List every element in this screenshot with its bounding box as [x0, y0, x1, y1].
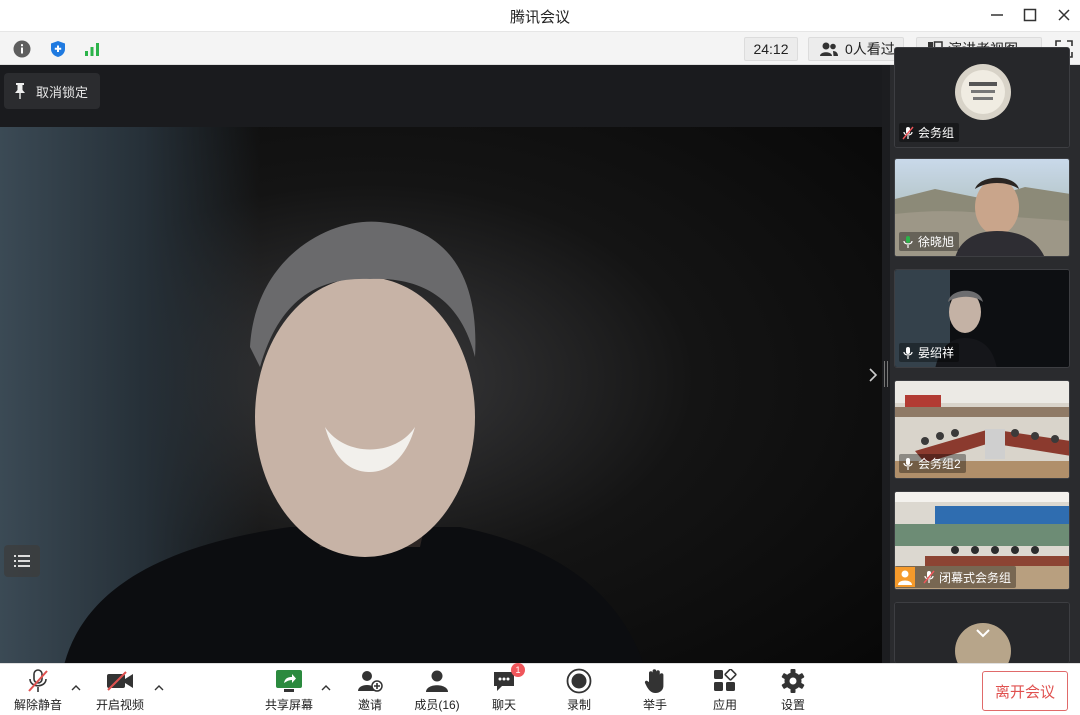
participant-name-tag: 会务组2 [899, 454, 966, 473]
record-label: 录制 [566, 698, 591, 712]
gear-icon [781, 669, 805, 693]
participant-name: 徐晓旭 [918, 235, 955, 249]
unmute-button[interactable]: 解除静音 [6, 668, 70, 714]
settings-label: 设置 [780, 698, 805, 712]
participant-tile[interactable] [894, 602, 1070, 663]
start-video-button[interactable]: 开启视频 [88, 668, 152, 714]
members-icon [426, 670, 448, 692]
participant-name-tag: 会务组 [899, 123, 960, 142]
mic-active-icon [903, 235, 913, 248]
active-speaker-video [0, 127, 882, 663]
chevron-right-icon[interactable] [866, 365, 880, 385]
participant-tile[interactable]: 会务组2 [894, 380, 1070, 479]
meeting-timer: 24:12 [744, 37, 798, 61]
share-screen-button[interactable]: 共享屏幕 [257, 668, 321, 714]
apps-button[interactable]: 应用 [693, 668, 757, 714]
participant-tile[interactable]: 闭幕式会务组 [894, 491, 1070, 590]
pin-icon [15, 83, 25, 99]
close-button[interactable] [1052, 4, 1076, 26]
list-icon[interactable] [4, 545, 40, 577]
mic-muted-icon [28, 669, 48, 692]
mic-muted-icon [923, 570, 935, 584]
participant-name: 晏绍祥 [918, 346, 955, 360]
record-icon [566, 668, 592, 694]
start-video-label: 开启视频 [95, 698, 144, 712]
hand-icon [644, 669, 664, 693]
chat-unread-badge: 1 [511, 663, 525, 677]
panel-splitter[interactable] [882, 65, 890, 663]
participant-name-tag: 晏绍祥 [899, 343, 960, 362]
invite-label: 邀请 [357, 698, 382, 712]
mic-active-icon [903, 346, 913, 359]
viewers-label: 0人看过 [845, 41, 895, 57]
minimize-button[interactable] [985, 4, 1009, 26]
window-title: 腾讯会议 [509, 9, 570, 26]
people-icon [820, 42, 838, 56]
viewers-button[interactable]: 0人看过 [808, 37, 904, 61]
members-button[interactable]: 成员(16) [405, 668, 469, 714]
video-options-caret[interactable] [153, 682, 165, 694]
settings-button[interactable]: 设置 [761, 668, 825, 714]
raise-hand-label: 举手 [642, 698, 667, 712]
apps-label: 应用 [712, 698, 737, 712]
participant-tile[interactable]: 徐晓旭 [894, 158, 1070, 257]
leave-meeting-button[interactable]: 离开会议 [982, 671, 1068, 711]
chat-button[interactable]: 1 聊天 [472, 663, 536, 714]
camera-off-icon [107, 671, 133, 691]
apps-icon [714, 669, 737, 691]
invite-button[interactable]: 邀请 [338, 668, 402, 714]
title-bar: 腾讯会议 [0, 0, 1080, 31]
maximize-button[interactable] [1018, 4, 1042, 26]
shield-icon[interactable] [48, 39, 68, 59]
info-icon[interactable] [12, 39, 32, 59]
participant-name: 会务组2 [918, 457, 961, 471]
participant-name: 会务组 [918, 126, 955, 140]
participant-name-tag: 闭幕式会务组 [895, 566, 1017, 588]
participant-tile[interactable]: 晏绍祥 [894, 269, 1070, 368]
audio-options-caret[interactable] [70, 682, 82, 694]
speaker-figure [64, 221, 644, 663]
raise-hand-button[interactable]: 举手 [623, 668, 687, 714]
splitter-grip [884, 361, 888, 387]
unlock-button[interactable]: 取消锁定 [4, 73, 101, 109]
meeting-toolbar: 解除静音 开启视频 共享屏幕 邀请 成员(16) 1 聊天 录制 举手 应用 设… [0, 663, 1080, 715]
participant-name: 闭幕式会务组 [939, 570, 1012, 585]
add-user-icon [358, 671, 383, 692]
unlock-label: 取消锁定 [36, 84, 89, 100]
share-screen-label: 共享屏幕 [264, 698, 313, 712]
signal-icon[interactable] [83, 39, 103, 59]
host-icon [895, 567, 915, 587]
chat-label: 聊天 [491, 698, 516, 712]
unmute-label: 解除静音 [13, 698, 62, 712]
chevron-down-icon[interactable] [973, 627, 993, 641]
participant-tile[interactable]: 会务组 [894, 47, 1070, 148]
members-label: 成员(16) [414, 698, 460, 712]
main-stage: 取消锁定 [0, 65, 882, 663]
share-screen-icon [276, 670, 302, 692]
record-button[interactable]: 录制 [547, 668, 611, 714]
share-options-caret[interactable] [320, 682, 332, 694]
participant-name-tag: 徐晓旭 [899, 232, 960, 251]
mic-active-icon [903, 457, 913, 470]
mic-muted-icon [902, 126, 914, 139]
